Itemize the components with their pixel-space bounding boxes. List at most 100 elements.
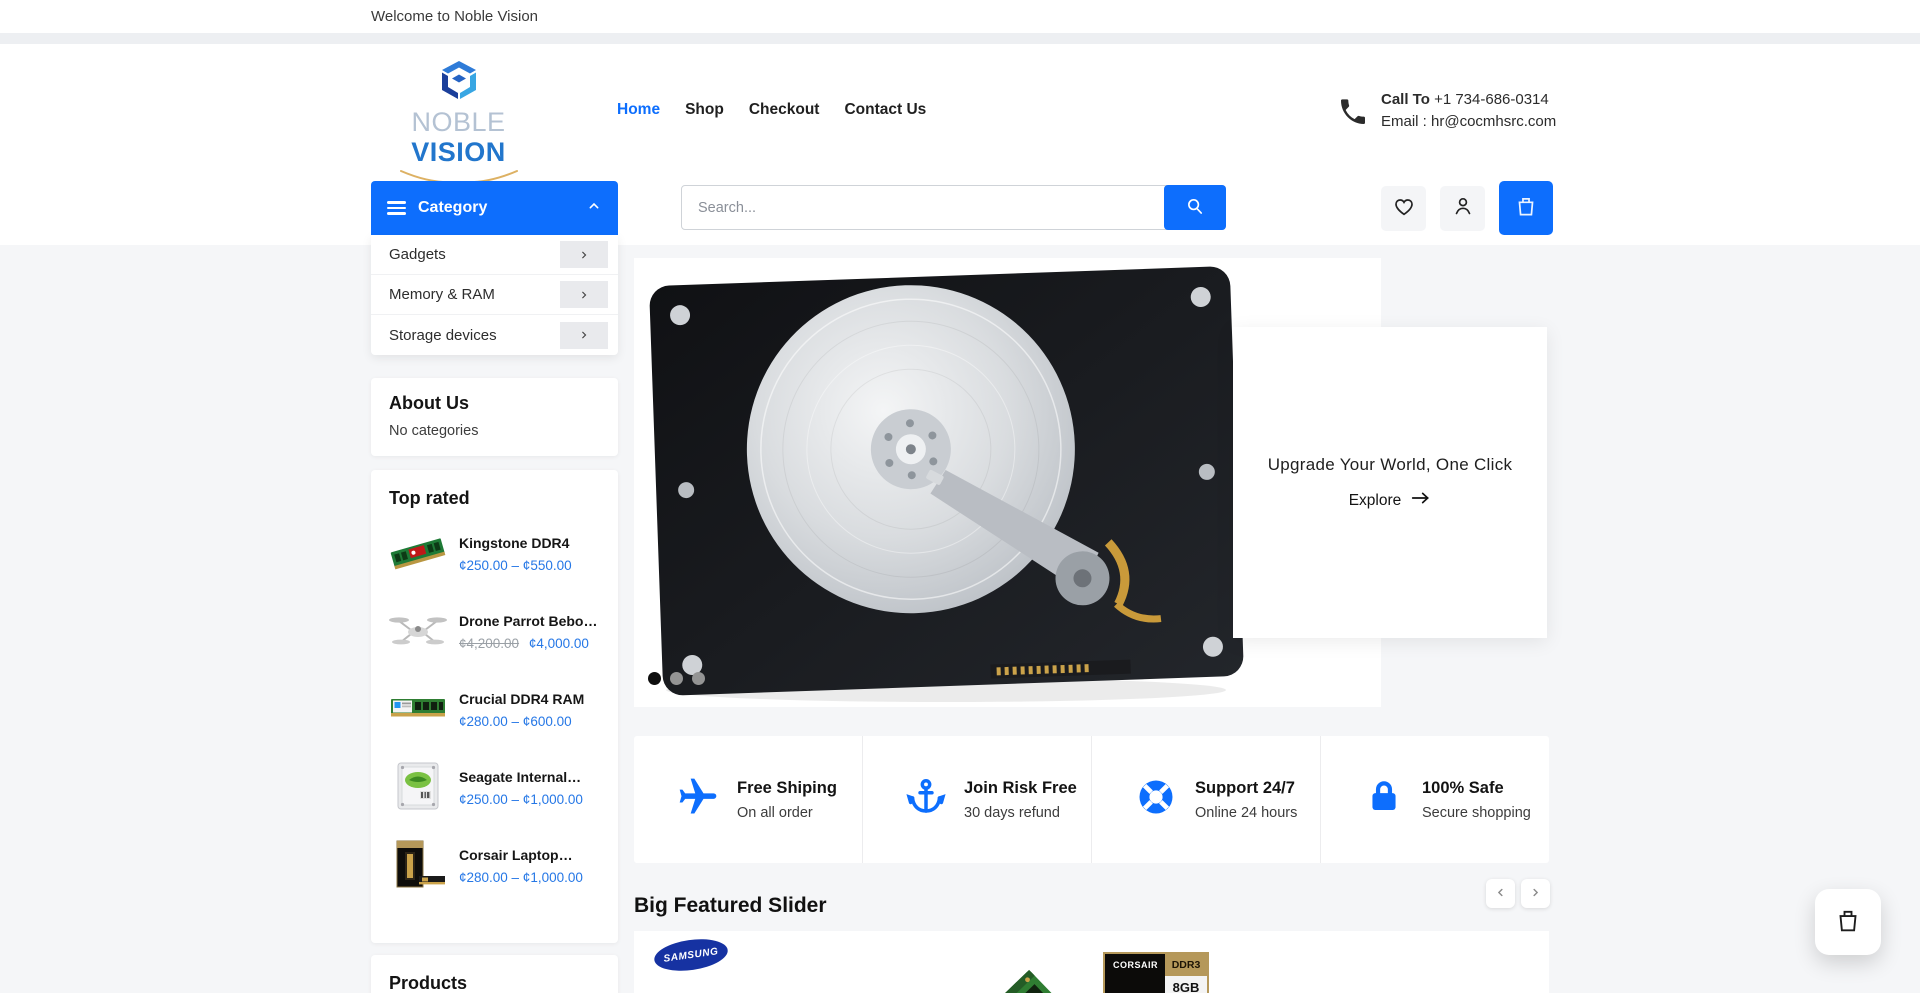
top-rated-widget: Top rated Kingstone DDR4 bbox=[371, 470, 618, 943]
heart-icon bbox=[1392, 194, 1416, 223]
category-item-storage-devices[interactable]: Storage devices bbox=[371, 315, 618, 355]
product-thumbnail-hard-drive bbox=[389, 762, 447, 815]
top-rated-item-info: Crucial DDR4 RAM ¢280.00 – ¢600.00 bbox=[459, 691, 584, 729]
slider-dot-1[interactable] bbox=[648, 672, 661, 685]
product-name[interactable]: Seagate Internal… bbox=[459, 769, 583, 785]
top-rated-title: Top rated bbox=[389, 488, 600, 509]
contact-phone-line: Call To +1 734-686-0314 bbox=[1381, 89, 1556, 111]
nav-item-contact[interactable]: Contact Us bbox=[844, 101, 926, 119]
topbar-divider bbox=[0, 33, 1920, 44]
feature-risk-free: Join Risk Free 30 days refund bbox=[862, 736, 1091, 863]
products-widget: Products bbox=[371, 955, 618, 993]
features-strip: Free Shiping On all order Join Risk Free… bbox=[634, 736, 1549, 863]
chevron-right-icon[interactable] bbox=[560, 281, 608, 308]
product-thumbnail-ram-angled bbox=[389, 528, 447, 581]
account-button[interactable] bbox=[1440, 186, 1485, 231]
products-title: Products bbox=[389, 973, 600, 993]
nav-item-shop[interactable]: Shop bbox=[685, 101, 724, 119]
product-price: ¢250.00 – ¢1,000.00 bbox=[459, 792, 583, 807]
explore-link[interactable]: Explore bbox=[1349, 491, 1432, 510]
about-title: About Us bbox=[389, 393, 600, 414]
chevron-up-icon bbox=[586, 198, 602, 219]
feature-support: Support 24/7 Online 24 hours bbox=[1091, 736, 1320, 863]
main-nav: Home Shop Checkout Contact Us bbox=[617, 101, 926, 119]
plane-icon bbox=[676, 775, 720, 824]
product-price: ¢280.00 – ¢1,000.00 bbox=[459, 870, 583, 885]
top-rated-item[interactable]: Drone Parrot Bebo… ¢4,200.00 ¢4,000.00 bbox=[389, 604, 600, 660]
chevron-left-icon bbox=[1494, 886, 1507, 902]
product-old-price: ¢4,200.00 bbox=[459, 636, 519, 651]
promo-title: Upgrade Your World, One Click bbox=[1268, 455, 1513, 475]
product-thumbnail-drone bbox=[389, 606, 447, 659]
top-rated-item-info: Drone Parrot Bebo… ¢4,200.00 ¢4,000.00 bbox=[459, 613, 597, 651]
hero-slider-dots bbox=[648, 672, 705, 685]
phone-icon bbox=[1337, 96, 1369, 133]
product-thumbnail-ram-package bbox=[389, 840, 447, 893]
feature-secure: 100% Safe Secure shopping bbox=[1320, 736, 1549, 863]
category-item-memory-ram[interactable]: Memory & RAM bbox=[371, 275, 618, 315]
top-rated-item-info: Corsair Laptop… ¢280.00 – ¢1,000.00 bbox=[459, 847, 583, 885]
product-price: ¢280.00 – ¢600.00 bbox=[459, 714, 584, 729]
chevron-right-icon[interactable] bbox=[560, 241, 608, 268]
category-list: Gadgets Memory & RAM Storage devices bbox=[371, 235, 618, 355]
feature-free-shipping: Free Shiping On all order bbox=[634, 736, 862, 863]
arrow-right-icon bbox=[1411, 491, 1431, 510]
product-name[interactable]: Corsair Laptop… bbox=[459, 847, 583, 863]
category-dropdown-button[interactable]: Category bbox=[371, 181, 618, 235]
search-bar bbox=[681, 185, 1226, 230]
wishlist-button[interactable] bbox=[1381, 186, 1426, 231]
nav-item-checkout[interactable]: Checkout bbox=[749, 101, 820, 119]
slider-next-button[interactable] bbox=[1521, 879, 1550, 908]
contact-email-line: Email : hr@cocmhsrc.com bbox=[1381, 111, 1556, 133]
chevron-right-icon bbox=[1529, 886, 1542, 902]
anchor-icon bbox=[905, 776, 947, 823]
about-us-widget: About Us No categories bbox=[371, 378, 618, 456]
about-body: No categories bbox=[389, 423, 600, 439]
topbar bbox=[0, 0, 1920, 33]
product-price: ¢4,200.00 ¢4,000.00 bbox=[459, 636, 597, 651]
top-rated-list: Kingstone DDR4 ¢250.00 – ¢550.00 bbox=[389, 526, 600, 894]
hamburger-icon bbox=[387, 198, 406, 218]
featured-slider-title: Big Featured Slider bbox=[634, 894, 827, 918]
corsair-brand-label: CORSAIR bbox=[1105, 954, 1165, 976]
slider-prev-button[interactable] bbox=[1486, 879, 1515, 908]
nav-item-home[interactable]: Home bbox=[617, 101, 660, 119]
feature-text: Free Shiping On all order bbox=[737, 779, 837, 821]
corsair-type-label: DDR3 bbox=[1165, 954, 1207, 976]
user-icon bbox=[1451, 194, 1475, 223]
slider-dot-3[interactable] bbox=[692, 672, 705, 685]
shopping-bag-icon bbox=[1833, 905, 1863, 940]
chevron-right-icon[interactable] bbox=[560, 322, 608, 349]
category-item-gadgets[interactable]: Gadgets bbox=[371, 235, 618, 275]
lifebuoy-icon bbox=[1134, 775, 1178, 824]
product-thumbnail-ram-flat bbox=[389, 684, 447, 737]
feature-text: Join Risk Free 30 days refund bbox=[964, 779, 1077, 821]
search-button[interactable] bbox=[1164, 185, 1226, 230]
featured-slider-track: SAMSUNG CORSAIR bbox=[634, 931, 1549, 993]
search-input[interactable] bbox=[682, 200, 1164, 216]
hero-promo-card: Upgrade Your World, One Click Explore bbox=[1233, 327, 1547, 638]
product-name[interactable]: Kingstone DDR4 bbox=[459, 535, 572, 551]
logo[interactable]: NOBLE VISION bbox=[371, 60, 546, 190]
top-rated-item-info: Seagate Internal… ¢250.00 – ¢1,000.00 bbox=[459, 769, 583, 807]
lock-icon bbox=[1363, 776, 1405, 823]
logo-icon bbox=[436, 87, 482, 104]
top-rated-item[interactable]: Crucial DDR4 RAM ¢280.00 – ¢600.00 bbox=[389, 682, 600, 738]
floating-cart-button[interactable] bbox=[1815, 889, 1881, 955]
featured-product-corsair[interactable]: CORSAIR DDR3 8GB bbox=[1103, 952, 1209, 993]
corsair-size-label: 8GB bbox=[1165, 976, 1207, 993]
feature-text: 100% Safe Secure shopping bbox=[1422, 779, 1531, 821]
product-name[interactable]: Crucial DDR4 RAM bbox=[459, 691, 584, 707]
top-rated-item-info: Kingstone DDR4 ¢250.00 – ¢550.00 bbox=[459, 535, 572, 573]
product-name[interactable]: Drone Parrot Bebo… bbox=[459, 613, 597, 629]
welcome-text: Welcome to Noble Vision bbox=[371, 8, 538, 25]
featured-product-samsung[interactable]: SAMSUNG bbox=[652, 935, 729, 975]
top-rated-item[interactable]: Corsair Laptop… ¢280.00 – ¢1,000.00 bbox=[389, 838, 600, 894]
logo-wordmark: NOBLE VISION bbox=[371, 107, 546, 167]
slider-dot-2[interactable] bbox=[670, 672, 683, 685]
product-price: ¢250.00 – ¢550.00 bbox=[459, 558, 572, 573]
cart-button[interactable] bbox=[1499, 181, 1553, 235]
top-rated-item[interactable]: Seagate Internal… ¢250.00 – ¢1,000.00 bbox=[389, 760, 600, 816]
top-rated-item[interactable]: Kingstone DDR4 ¢250.00 – ¢550.00 bbox=[389, 526, 600, 582]
search-icon bbox=[1184, 195, 1206, 220]
